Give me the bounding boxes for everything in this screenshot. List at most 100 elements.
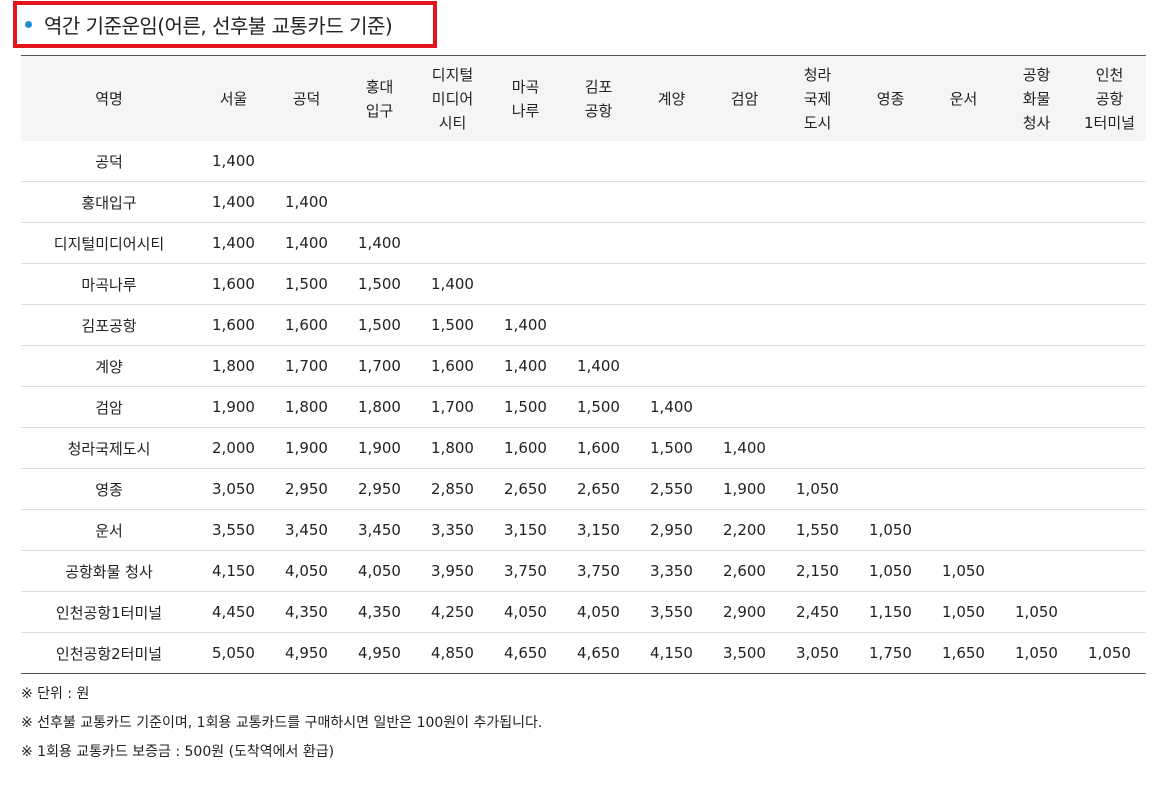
fare-cell — [1000, 141, 1073, 182]
fare-cell: 3,500 — [708, 632, 781, 674]
fare-cell — [489, 181, 562, 223]
fare-cell: 1,400 — [197, 181, 270, 223]
fare-cell — [489, 141, 562, 182]
fare-cell: 3,350 — [416, 509, 489, 551]
header-line: 입구 — [365, 101, 394, 120]
table-row: 청라국제도시 2,000 1,900 1,900 1,800 1,600 1,600 1,50… — [21, 427, 1146, 469]
fare-cell — [854, 222, 927, 264]
fare-cell: 1,400 — [708, 427, 781, 469]
note-unit: ※ 단위 : 원 — [21, 686, 90, 702]
fare-cell — [781, 263, 854, 305]
fare-cell — [781, 141, 854, 182]
table-row: 공덕 1,400 — [21, 141, 1146, 182]
fare-cell: 1,400 — [416, 263, 489, 305]
fare-cell — [1000, 468, 1073, 510]
header-destination: 마곡 나루 — [489, 55, 562, 141]
station-name-cell: 홍대입구 — [21, 181, 197, 223]
fare-cell — [562, 263, 635, 305]
fare-cell — [1073, 304, 1146, 346]
fare-cell: 4,050 — [343, 550, 416, 592]
fare-cell: 2,950 — [343, 468, 416, 510]
fare-cell: 1,600 — [270, 304, 343, 346]
fare-cell — [1000, 304, 1073, 346]
fare-cell: 3,950 — [416, 550, 489, 592]
fare-cell: 2,650 — [562, 468, 635, 510]
fare-cell — [927, 509, 1000, 551]
table-row: 공항화물 청사 4,150 4,050 4,050 3,950 3,750 3,750 3,3… — [21, 550, 1146, 592]
fare-cell — [635, 345, 708, 387]
fare-cell: 4,150 — [197, 550, 270, 592]
header-destination: 운서 — [927, 55, 1000, 141]
fare-cell: 1,400 — [635, 386, 708, 428]
fare-cell: 4,250 — [416, 591, 489, 633]
fare-cell — [781, 386, 854, 428]
fare-cell — [1000, 427, 1073, 469]
fare-cell: 1,900 — [343, 427, 416, 469]
fare-cell — [1073, 345, 1146, 387]
station-name-cell: 인천공항2터미널 — [21, 632, 197, 674]
fare-cell: 1,500 — [416, 304, 489, 346]
note-card-surcharge: ※ 선후불 교통카드 기준이며, 1회용 교통카드를 구매하시면 일반은 100… — [21, 715, 543, 731]
header-line: 청라 — [803, 65, 832, 84]
fare-cell: 1,400 — [212, 152, 255, 170]
fare-cell — [1000, 181, 1073, 223]
fare-cell — [927, 345, 1000, 387]
fare-cell — [854, 345, 927, 387]
station-name-cell: 청라국제도시 — [21, 427, 197, 469]
fare-cell: 2,600 — [708, 550, 781, 592]
fare-cell: 1,550 — [781, 509, 854, 551]
fare-cell: 2,150 — [781, 550, 854, 592]
fare-cell: 2,450 — [781, 591, 854, 633]
fare-cell — [854, 141, 927, 182]
fare-cell: 1,050 — [854, 509, 927, 551]
header-line: 국제 — [803, 89, 832, 108]
header-line: 공항 — [1022, 65, 1051, 84]
fare-cell: 1,600 — [489, 427, 562, 469]
fare-cell: 2,650 — [489, 468, 562, 510]
fare-cell: 1,400 — [197, 222, 270, 264]
fare-cell: 1,800 — [343, 386, 416, 428]
station-name-cell: 계양 — [21, 345, 197, 387]
header-station-name: 역명 — [21, 55, 197, 141]
fare-cell: 3,050 — [781, 632, 854, 674]
fare-cell: 1,500 — [343, 304, 416, 346]
fare-cell: 3,150 — [489, 509, 562, 551]
fare-cell — [927, 263, 1000, 305]
fare-cell: 4,850 — [416, 632, 489, 674]
fare-cell: 4,650 — [562, 632, 635, 674]
fare-cell — [854, 263, 927, 305]
fare-cell — [270, 141, 343, 182]
fare-cell — [927, 141, 1000, 182]
fare-cell: 1,050 — [781, 468, 854, 510]
fare-cell — [854, 468, 927, 510]
fare-cell — [854, 181, 927, 223]
fare-cell: 3,450 — [270, 509, 343, 551]
header-line: 공항 — [584, 101, 613, 120]
station-name-cell: 인천공항1터미널 — [21, 591, 197, 633]
fare-cell — [927, 386, 1000, 428]
fare-cell: 2,550 — [635, 468, 708, 510]
fare-cell: 3,550 — [197, 509, 270, 551]
table-row: 영종 3,050 2,950 2,950 2,850 2,650 2,650 2,550 1,9… — [21, 468, 1146, 510]
fare-cell — [708, 141, 781, 182]
note-deposit: ※ 1회용 교통카드 보증금 : 500원 (도착역에서 환급) — [21, 744, 335, 760]
fare-cell — [1000, 386, 1073, 428]
fare-cell: 1,050 — [1000, 591, 1073, 633]
fare-cell — [1073, 386, 1146, 428]
header-line: 공항 — [1095, 89, 1124, 108]
fare-cell: 4,150 — [635, 632, 708, 674]
table-row: 운서 3,550 3,450 3,450 3,350 3,150 3,150 2,950 2,2… — [21, 509, 1146, 551]
station-name-cell: 운서 — [21, 509, 197, 551]
fare-cell: 2,950 — [270, 468, 343, 510]
fare-cell — [708, 181, 781, 223]
fare-cell — [708, 386, 781, 428]
fare-cell — [854, 304, 927, 346]
header-line: 운서 — [949, 89, 978, 108]
fare-cell — [927, 222, 1000, 264]
fare-cell — [781, 181, 854, 223]
fare-cell: 1,400 — [489, 304, 562, 346]
fare-cell: 4,950 — [270, 632, 343, 674]
fare-cell: 1,800 — [197, 345, 270, 387]
fare-cell: 1,400 — [270, 181, 343, 223]
fare-cell — [489, 222, 562, 264]
